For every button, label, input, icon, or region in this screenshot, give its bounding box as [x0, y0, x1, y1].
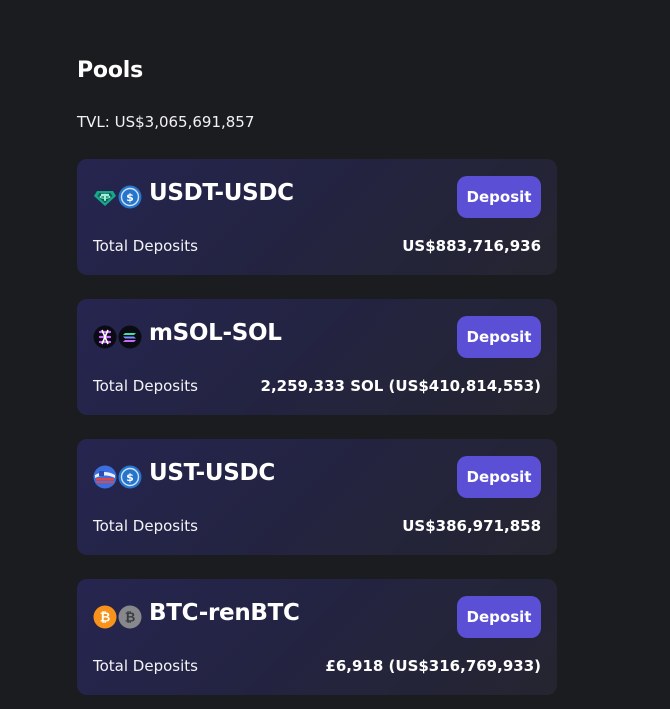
total-deposits-value: US$386,971,858 — [402, 517, 541, 535]
total-deposits-label: Total Deposits — [93, 517, 198, 535]
pool-name: USDT-USDC — [149, 180, 294, 206]
sol-icon — [118, 325, 142, 349]
pool-name: mSOL-SOL — [149, 320, 282, 346]
ust-icon — [93, 465, 117, 489]
msol-icon — [93, 325, 117, 349]
btc-icon: ₿ — [93, 605, 117, 629]
svg-text:₿: ₿ — [100, 611, 111, 626]
total-deposits-value: 2,259,333 SOL (US$410,814,553) — [260, 377, 541, 395]
total-deposits-value: US$883,716,936 — [402, 237, 541, 255]
pool-token-icons: $ — [93, 185, 142, 209]
total-deposits-label: Total Deposits — [93, 657, 198, 675]
pools-page: Pools TVL: US$3,065,691,857 $ USDT-USDC … — [0, 0, 670, 709]
page-title: Pools — [77, 58, 143, 83]
total-deposits-value: £6,918 (US$316,769,933) — [325, 657, 541, 675]
pool-card-msol-sol[interactable]: mSOL-SOL Deposit Total Deposits 2,259,33… — [77, 299, 557, 415]
total-deposits-label: Total Deposits — [93, 377, 198, 395]
deposit-button[interactable]: Deposit — [457, 456, 541, 498]
pool-card-btc-renbtc[interactable]: ₿ ₿ BTC-renBTC Deposit Total Deposits £6… — [77, 579, 557, 695]
pool-token-icons: ₿ ₿ — [93, 605, 142, 629]
usdt-icon — [93, 185, 117, 209]
renbtc-icon: ₿ — [118, 605, 142, 629]
deposit-button[interactable]: Deposit — [457, 316, 541, 358]
svg-text:₿: ₿ — [125, 611, 136, 626]
pool-token-icons: $ — [93, 465, 142, 489]
deposit-button[interactable]: Deposit — [457, 596, 541, 638]
pool-token-icons — [93, 325, 142, 349]
pool-name: BTC-renBTC — [149, 600, 300, 626]
pool-card-ust-usdc[interactable]: $ UST-USDC Deposit Total Deposits US$386… — [77, 439, 557, 555]
deposit-button[interactable]: Deposit — [457, 176, 541, 218]
tvl-text: TVL: US$3,065,691,857 — [77, 113, 255, 131]
total-deposits-label: Total Deposits — [93, 237, 198, 255]
usdc-icon: $ — [118, 185, 142, 209]
svg-text:$: $ — [126, 471, 134, 484]
pool-card-usdt-usdc[interactable]: $ USDT-USDC Deposit Total Deposits US$88… — [77, 159, 557, 275]
pool-name: UST-USDC — [149, 460, 275, 486]
svg-text:$: $ — [126, 191, 134, 204]
usdc-icon: $ — [118, 465, 142, 489]
